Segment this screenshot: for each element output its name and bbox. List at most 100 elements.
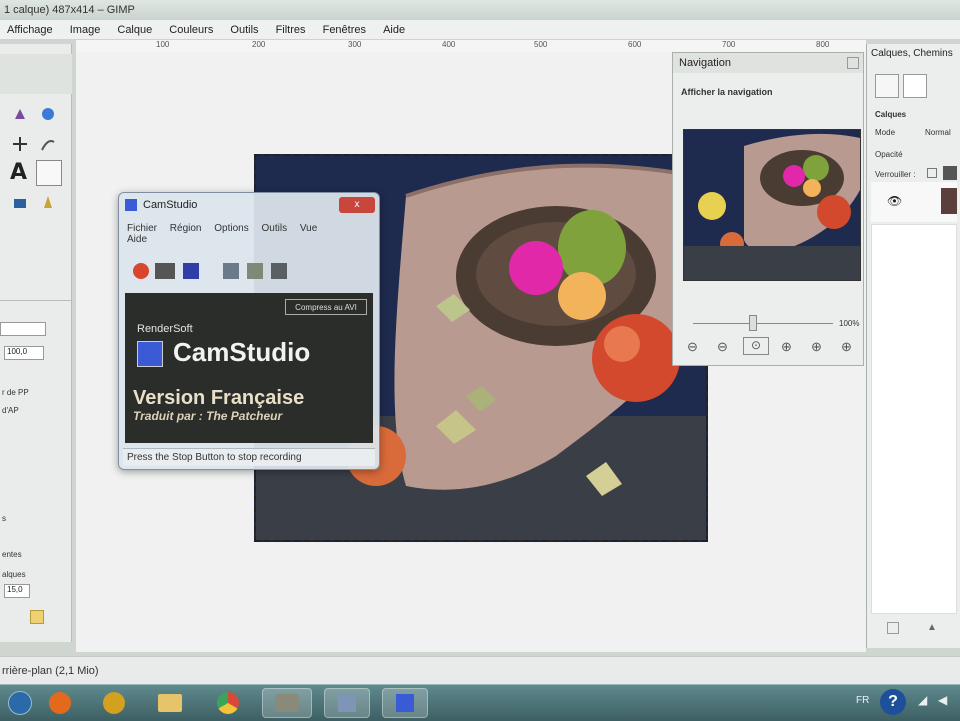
media-player-icon (103, 692, 125, 714)
taskbar-chrome[interactable] (208, 688, 248, 718)
option-label: r de PP (2, 388, 29, 397)
navigation-preview[interactable] (683, 129, 861, 281)
camstudio-menu: Fichier Région Options Outils Vue Aide (127, 223, 373, 245)
move-tool-icon[interactable] (12, 136, 28, 152)
zoom-in-icon[interactable]: ⊕ (841, 339, 852, 355)
status-bar: rrière-plan (2,1 Mio) (0, 656, 960, 684)
stamp-tool-icon[interactable] (40, 194, 56, 210)
menu-image[interactable]: Image (63, 20, 108, 40)
cam-menu-vue[interactable]: Vue (300, 223, 317, 234)
taskbar-camstudio-1[interactable] (324, 688, 370, 718)
taskbar-firefox[interactable] (40, 688, 80, 718)
fuzzy-select-icon[interactable] (12, 106, 28, 122)
zoom-out-icon[interactable]: ⊖ (687, 339, 698, 355)
app-name-text: CamStudio (173, 337, 311, 367)
start-orb-icon (8, 691, 32, 715)
layers-tab-icon[interactable] (875, 74, 899, 98)
lock-alpha-icon[interactable] (943, 166, 957, 180)
zoom-in-icon[interactable]: ⊕ (781, 339, 792, 355)
language-indicator[interactable]: FR (856, 695, 869, 706)
ruler-tick: 400 (442, 40, 456, 49)
menu-aide[interactable]: Aide (376, 20, 412, 40)
close-button[interactable]: x (339, 197, 375, 213)
compress-button[interactable]: Compress au AVI (285, 299, 367, 315)
panel-divider (0, 300, 72, 311)
record-icon[interactable] (133, 263, 149, 279)
region-icon[interactable] (223, 263, 239, 279)
layer-row[interactable]: 👁 (871, 182, 957, 222)
cam-menu-region[interactable]: Région (170, 223, 202, 234)
ruler-tick: 800 (816, 40, 830, 49)
start-button[interactable] (0, 688, 40, 718)
menu-filtres[interactable]: Filtres (269, 20, 313, 40)
path-tool-icon[interactable] (40, 136, 56, 152)
ruler-tick: 100 (156, 40, 170, 49)
ruler-tick: 500 (534, 40, 548, 49)
ruler-tick: 600 (628, 40, 642, 49)
camstudio-toolbar (127, 259, 373, 283)
brand-text: RenderSoft (137, 323, 193, 335)
raise-layer-icon[interactable]: ▲ (927, 622, 937, 633)
layers-dock: Calques, Chemins Calques Mode Normal Opa… (866, 44, 960, 648)
cam-menu-fichier[interactable]: Fichier (127, 223, 157, 234)
navigation-subtitle: Afficher la navigation (681, 87, 773, 97)
clone-tool-icon[interactable] (12, 194, 28, 210)
settings-icon[interactable] (271, 263, 287, 279)
size-field[interactable]: 15,0 (4, 584, 30, 598)
tool-option-select[interactable] (0, 322, 46, 336)
option-label: entes (2, 550, 22, 559)
layers-list[interactable] (871, 224, 957, 614)
taskbar-media[interactable] (94, 688, 134, 718)
navigation-title: Navigation (673, 53, 863, 73)
text-tool-icon[interactable]: A (10, 160, 27, 185)
zoom-slider-track[interactable] (693, 323, 833, 324)
firefox-icon (49, 692, 71, 714)
ruler-tick: 300 (348, 40, 362, 49)
menu-outils[interactable]: Outils (223, 20, 265, 40)
layers-dock-title: Calques, Chemins (871, 48, 953, 59)
option-label: alques (2, 570, 26, 579)
zoom-out-icon[interactable]: ⊖ (717, 339, 728, 355)
reset-icon[interactable] (30, 610, 44, 624)
stop-icon[interactable] (183, 263, 199, 279)
opacity-field[interactable]: 100,0 (4, 346, 44, 360)
help-icon[interactable]: ? (880, 689, 906, 715)
camstudio-window[interactable]: CamStudio x Fichier Région Options Outil… (118, 192, 380, 470)
menu-affichage[interactable]: Affichage (0, 20, 60, 40)
zoom-in-icon[interactable]: ⊕ (811, 339, 822, 355)
ruler-tick: 700 (722, 40, 736, 49)
menu-calque[interactable]: Calque (110, 20, 159, 40)
paths-tab-icon[interactable] (903, 74, 927, 98)
lock-label: Verrouiller : (875, 170, 916, 179)
eye-icon[interactable]: 👁 (887, 194, 902, 208)
mode-value[interactable]: Normal (925, 128, 951, 137)
zoom-value: 100% (839, 319, 860, 328)
gimp-icon (275, 694, 299, 712)
menu-fenetres[interactable]: Fenêtres (316, 20, 373, 40)
opacity-label: Opacité (875, 150, 903, 159)
network-icon[interactable]: ◢ (918, 693, 927, 707)
camstudio-app-icon (125, 199, 137, 211)
color-picker-tool-icon[interactable] (36, 160, 62, 186)
lock-checkbox[interactable] (927, 168, 937, 178)
taskbar-camstudio-2[interactable] (382, 688, 428, 718)
pause-icon[interactable] (155, 263, 175, 279)
cam-menu-outils[interactable]: Outils (262, 223, 288, 234)
version-text: Version Française (133, 387, 305, 409)
window-title: 1 calque) 487x414 – GIMP (4, 4, 135, 16)
cam-menu-aide[interactable]: Aide (127, 234, 147, 245)
bucket-icon[interactable] (40, 106, 56, 122)
zoom-slider-handle[interactable] (749, 315, 757, 331)
zoom-fit-icon[interactable]: ⊙ (743, 337, 769, 355)
cam-menu-options[interactable]: Options (214, 223, 248, 234)
new-layer-icon[interactable] (887, 622, 899, 634)
close-icon[interactable] (847, 57, 859, 69)
mode-label: Mode (875, 128, 896, 137)
taskbar-gimp[interactable] (262, 688, 312, 718)
menu-couleurs[interactable]: Couleurs (162, 20, 220, 40)
webcam-icon[interactable] (247, 263, 263, 279)
ruler-tick: 200 (252, 40, 266, 49)
taskbar-explorer[interactable] (150, 688, 190, 718)
layers-heading: Calques (875, 110, 907, 119)
volume-icon[interactable]: ◀ (938, 693, 947, 707)
